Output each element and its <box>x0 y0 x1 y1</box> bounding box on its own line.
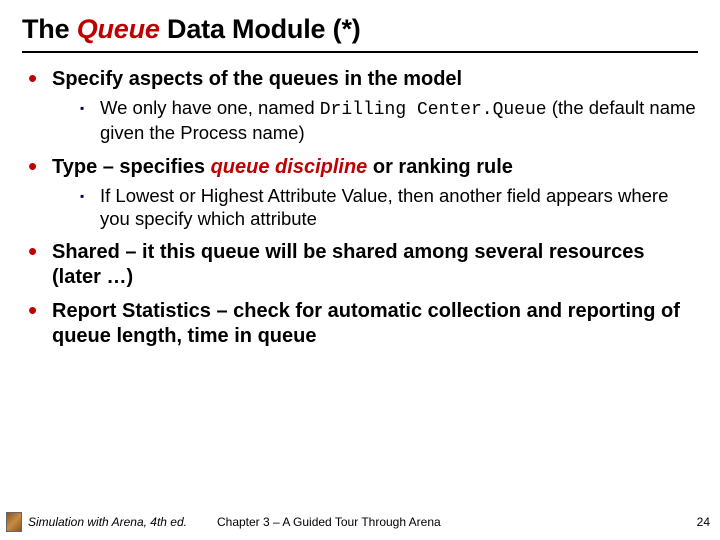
footer-chapter: Chapter 3 – A Guided Tour Through Arena <box>217 515 697 529</box>
bullet-item: • Report Statistics – check for automati… <box>28 299 698 348</box>
footer-page: 24 <box>697 515 710 529</box>
bullet-text: Shared – it this queue will be shared am… <box>52 241 644 287</box>
bullet-text: Specify aspects of the queues in the mod… <box>52 68 462 90</box>
title-pre: The <box>22 14 77 44</box>
sub-text-mono: Drilling Center.Queue <box>320 100 547 120</box>
bullet-icon: • <box>28 299 52 321</box>
bullet-text-em: queue discipline <box>211 156 368 178</box>
bullet-item: • Shared – it this queue will be shared … <box>28 240 698 289</box>
content: • Specify aspects of the queues in the m… <box>22 67 698 348</box>
sub-bullet-item: ▪ If Lowest or Highest Attribute Value, … <box>80 185 698 230</box>
bullet-text-pre: Type – specifies <box>52 156 211 178</box>
footer: Simulation with Arena, 4th ed. Chapter 3… <box>0 512 720 532</box>
bullet-item: • Specify aspects of the queues in the m… <box>28 67 698 145</box>
title-emphasis: Queue <box>77 14 160 44</box>
bullet-icon: • <box>28 155 52 177</box>
sub-bullet-icon: ▪ <box>80 189 100 203</box>
bullet-text-post: or ranking rule <box>367 156 513 178</box>
bullet-item: • Type – specifies queue discipline or r… <box>28 155 698 231</box>
bullet-icon: • <box>28 240 52 262</box>
slide-title: The Queue Data Module (*) <box>22 14 698 45</box>
title-post: Data Module (*) <box>160 14 361 44</box>
bullet-icon: • <box>28 67 52 89</box>
footer-book: Simulation with Arena, 4th ed. <box>28 515 187 529</box>
bullet-text: Report Statistics – check for automatic … <box>52 300 680 346</box>
sub-bullet-icon: ▪ <box>80 101 100 115</box>
book-cover-icon <box>6 512 22 532</box>
sub-text-pre: We only have one, named <box>100 97 320 118</box>
title-rule <box>22 51 698 53</box>
sub-bullet-item: ▪ We only have one, named Drilling Cente… <box>80 97 698 145</box>
sub-text: If Lowest or Highest Attribute Value, th… <box>100 185 668 229</box>
